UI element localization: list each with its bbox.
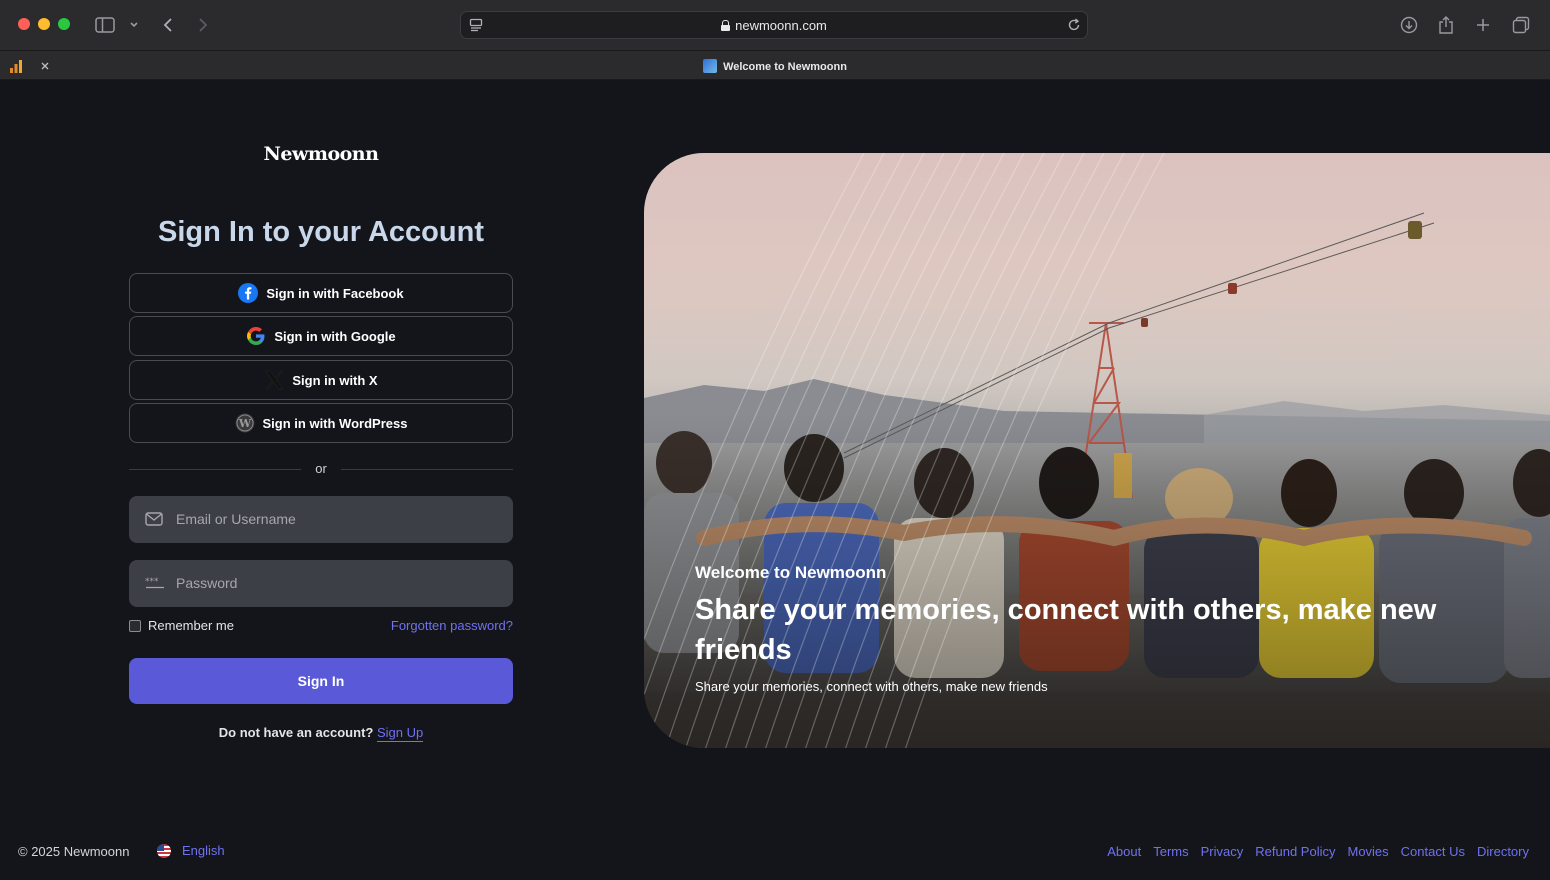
- back-arrow-icon[interactable]: [158, 12, 178, 38]
- password-dots-icon: ***: [145, 575, 164, 591]
- tab-bar: Welcome to Newmoonn: [0, 50, 1550, 80]
- hero-banner: Welcome to Newmoonn Share your memories,…: [644, 153, 1550, 748]
- language-selector[interactable]: English: [157, 843, 225, 858]
- google-icon: [246, 326, 266, 346]
- active-tab[interactable]: Welcome to Newmoonn: [0, 59, 1550, 73]
- footer-link-directory[interactable]: Directory: [1477, 844, 1529, 859]
- hero-subtitle: Welcome to Newmoonn: [695, 563, 887, 582]
- x-signin-label: Sign in with X: [292, 372, 378, 388]
- remember-me[interactable]: Remember me: [129, 618, 234, 633]
- x-logo-icon: [264, 370, 284, 390]
- tab-overview-icon[interactable]: [1510, 12, 1532, 38]
- signup-prompt: Do not have an account? Sign Up: [129, 725, 513, 742]
- share-icon[interactable]: [1436, 12, 1456, 38]
- sign-up-link[interactable]: Sign Up: [376, 725, 424, 742]
- google-signin-button[interactable]: Sign in with Google: [129, 316, 513, 356]
- facebook-signin-label: Sign in with Facebook: [266, 285, 404, 301]
- forward-arrow-icon[interactable]: [193, 12, 213, 38]
- reload-icon[interactable]: [1065, 15, 1083, 35]
- divider-line-right: [341, 469, 513, 470]
- page-content: Newmoonn Sign In to your Account Sign in…: [0, 80, 1550, 880]
- us-flag-icon: [157, 843, 171, 858]
- sign-in-button[interactable]: Sign In: [129, 658, 513, 704]
- site-favicon-icon: [703, 59, 718, 73]
- password-placeholder: Password: [176, 575, 238, 591]
- mail-icon: [145, 511, 163, 527]
- wordpress-icon: W: [235, 413, 255, 433]
- no-account-text: Do not have an account?: [218, 725, 374, 740]
- minimize-window-button[interactable]: [38, 18, 50, 30]
- wordpress-signin-button[interactable]: W Sign in with WordPress: [129, 403, 513, 443]
- email-placeholder: Email or Username: [176, 511, 296, 527]
- wordpress-signin-label: Sign in with WordPress: [262, 415, 408, 431]
- google-signin-label: Sign in with Google: [274, 328, 396, 344]
- language-label: English: [182, 843, 225, 858]
- password-field[interactable]: *** Password: [129, 560, 513, 607]
- new-tab-plus-icon[interactable]: [1473, 12, 1493, 38]
- url-text: newmoonn.com: [461, 18, 1087, 33]
- facebook-signin-button[interactable]: Sign in with Facebook: [129, 273, 513, 313]
- email-field[interactable]: Email or Username: [129, 496, 513, 543]
- chevron-down-icon[interactable]: [126, 12, 142, 38]
- footer-link-movies[interactable]: Movies: [1347, 844, 1388, 859]
- address-bar[interactable]: newmoonn.com: [460, 11, 1088, 39]
- footer-link-refund-policy[interactable]: Refund Policy: [1255, 844, 1335, 859]
- download-icon[interactable]: [1398, 12, 1420, 38]
- forgot-password-link[interactable]: Forgotten password?: [313, 618, 513, 633]
- lock-icon: [721, 20, 731, 31]
- brand-logo[interactable]: Newmoonn: [129, 143, 513, 165]
- facebook-icon: [238, 283, 259, 303]
- footer-links: About Terms Privacy Refund Policy Movies…: [1107, 844, 1529, 859]
- page-title: Sign In to your Account: [158, 216, 484, 248]
- tab-title: Welcome to Newmoonn: [723, 61, 847, 73]
- browser-titlebar: newmoonn.com: [0, 0, 1550, 50]
- footer-link-terms[interactable]: Terms: [1153, 844, 1188, 859]
- remember-me-label: Remember me: [148, 618, 234, 633]
- footer-link-contact-us[interactable]: Contact Us: [1401, 844, 1465, 859]
- remember-me-checkbox[interactable]: [129, 619, 141, 632]
- hero-description: Share your memories, connect with others…: [695, 679, 1048, 694]
- close-window-button[interactable]: [18, 18, 30, 30]
- x-signin-button[interactable]: Sign in with X: [129, 360, 513, 400]
- or-divider: or: [129, 461, 513, 477]
- url-value: newmoonn.com: [735, 18, 827, 33]
- copyright-text: © 2025 Newmoonn: [18, 844, 130, 859]
- svg-text:W: W: [237, 417, 251, 430]
- sidebar-toggle-icon[interactable]: [94, 12, 116, 38]
- zoom-window-button[interactable]: [58, 18, 70, 30]
- footer-link-privacy[interactable]: Privacy: [1201, 844, 1244, 859]
- svg-text:***: ***: [145, 577, 159, 587]
- hero-title: Share your memories, connect with others…: [695, 594, 1437, 666]
- footer-link-about[interactable]: About: [1107, 844, 1141, 859]
